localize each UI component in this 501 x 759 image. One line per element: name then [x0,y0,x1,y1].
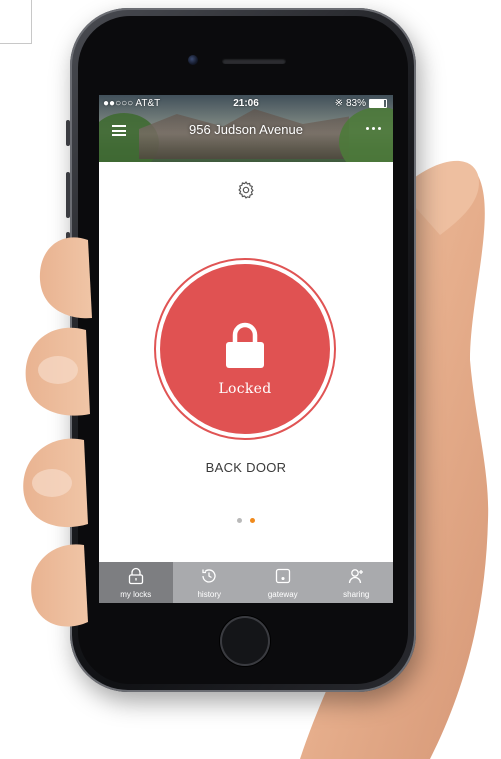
app-screen: ●●○○○ AT&T 21:06 ※ 83% 956 Judson Avenue… [99,95,393,603]
add-user-icon [349,569,364,584]
earpiece-speaker [222,58,286,64]
tab-history[interactable]: history [173,562,247,603]
status-right: ※ 83% [335,98,387,109]
status-bar: ●●○○○ AT&T 21:06 ※ 83% [99,97,393,111]
battery-percentage: 83% [345,98,366,109]
corner-guide-horizontal [0,43,32,44]
tab-bar: my locks history gateway sharing [99,562,393,603]
lock-status-label: Locked [218,381,272,397]
more-dots-icon[interactable] [366,127,381,130]
tab-sharing[interactable]: sharing [320,562,394,603]
lock-name: BACK DOOR [205,460,287,475]
page-dot[interactable] [237,518,242,523]
header-title: 956 Judson Avenue [189,122,303,137]
home-button[interactable] [220,616,270,666]
volume-up-button [66,172,70,218]
tab-label: gateway [267,590,298,599]
history-icon [202,569,216,583]
lock-icon [128,567,143,585]
mute-switch [66,120,70,146]
front-camera [188,55,198,65]
page-indicator [99,518,393,523]
tab-my-locks[interactable]: my locks [99,562,173,603]
volume-down-button [66,232,70,278]
tab-gateway[interactable]: gateway [246,562,320,603]
app-header: ●●○○○ AT&T 21:06 ※ 83% 956 Judson Avenue [99,95,393,162]
page-dot-active[interactable] [250,518,255,523]
tab-label: sharing [343,590,370,599]
gateway-icon [275,568,290,584]
battery-icon [369,99,387,108]
tab-label: my locks [120,590,152,599]
padlock-icon [226,322,264,368]
bluetooth-icon: ※ [334,98,343,109]
corner-guide-vertical [31,0,32,44]
gear-icon[interactable] [236,180,256,200]
tab-label: history [197,590,222,599]
